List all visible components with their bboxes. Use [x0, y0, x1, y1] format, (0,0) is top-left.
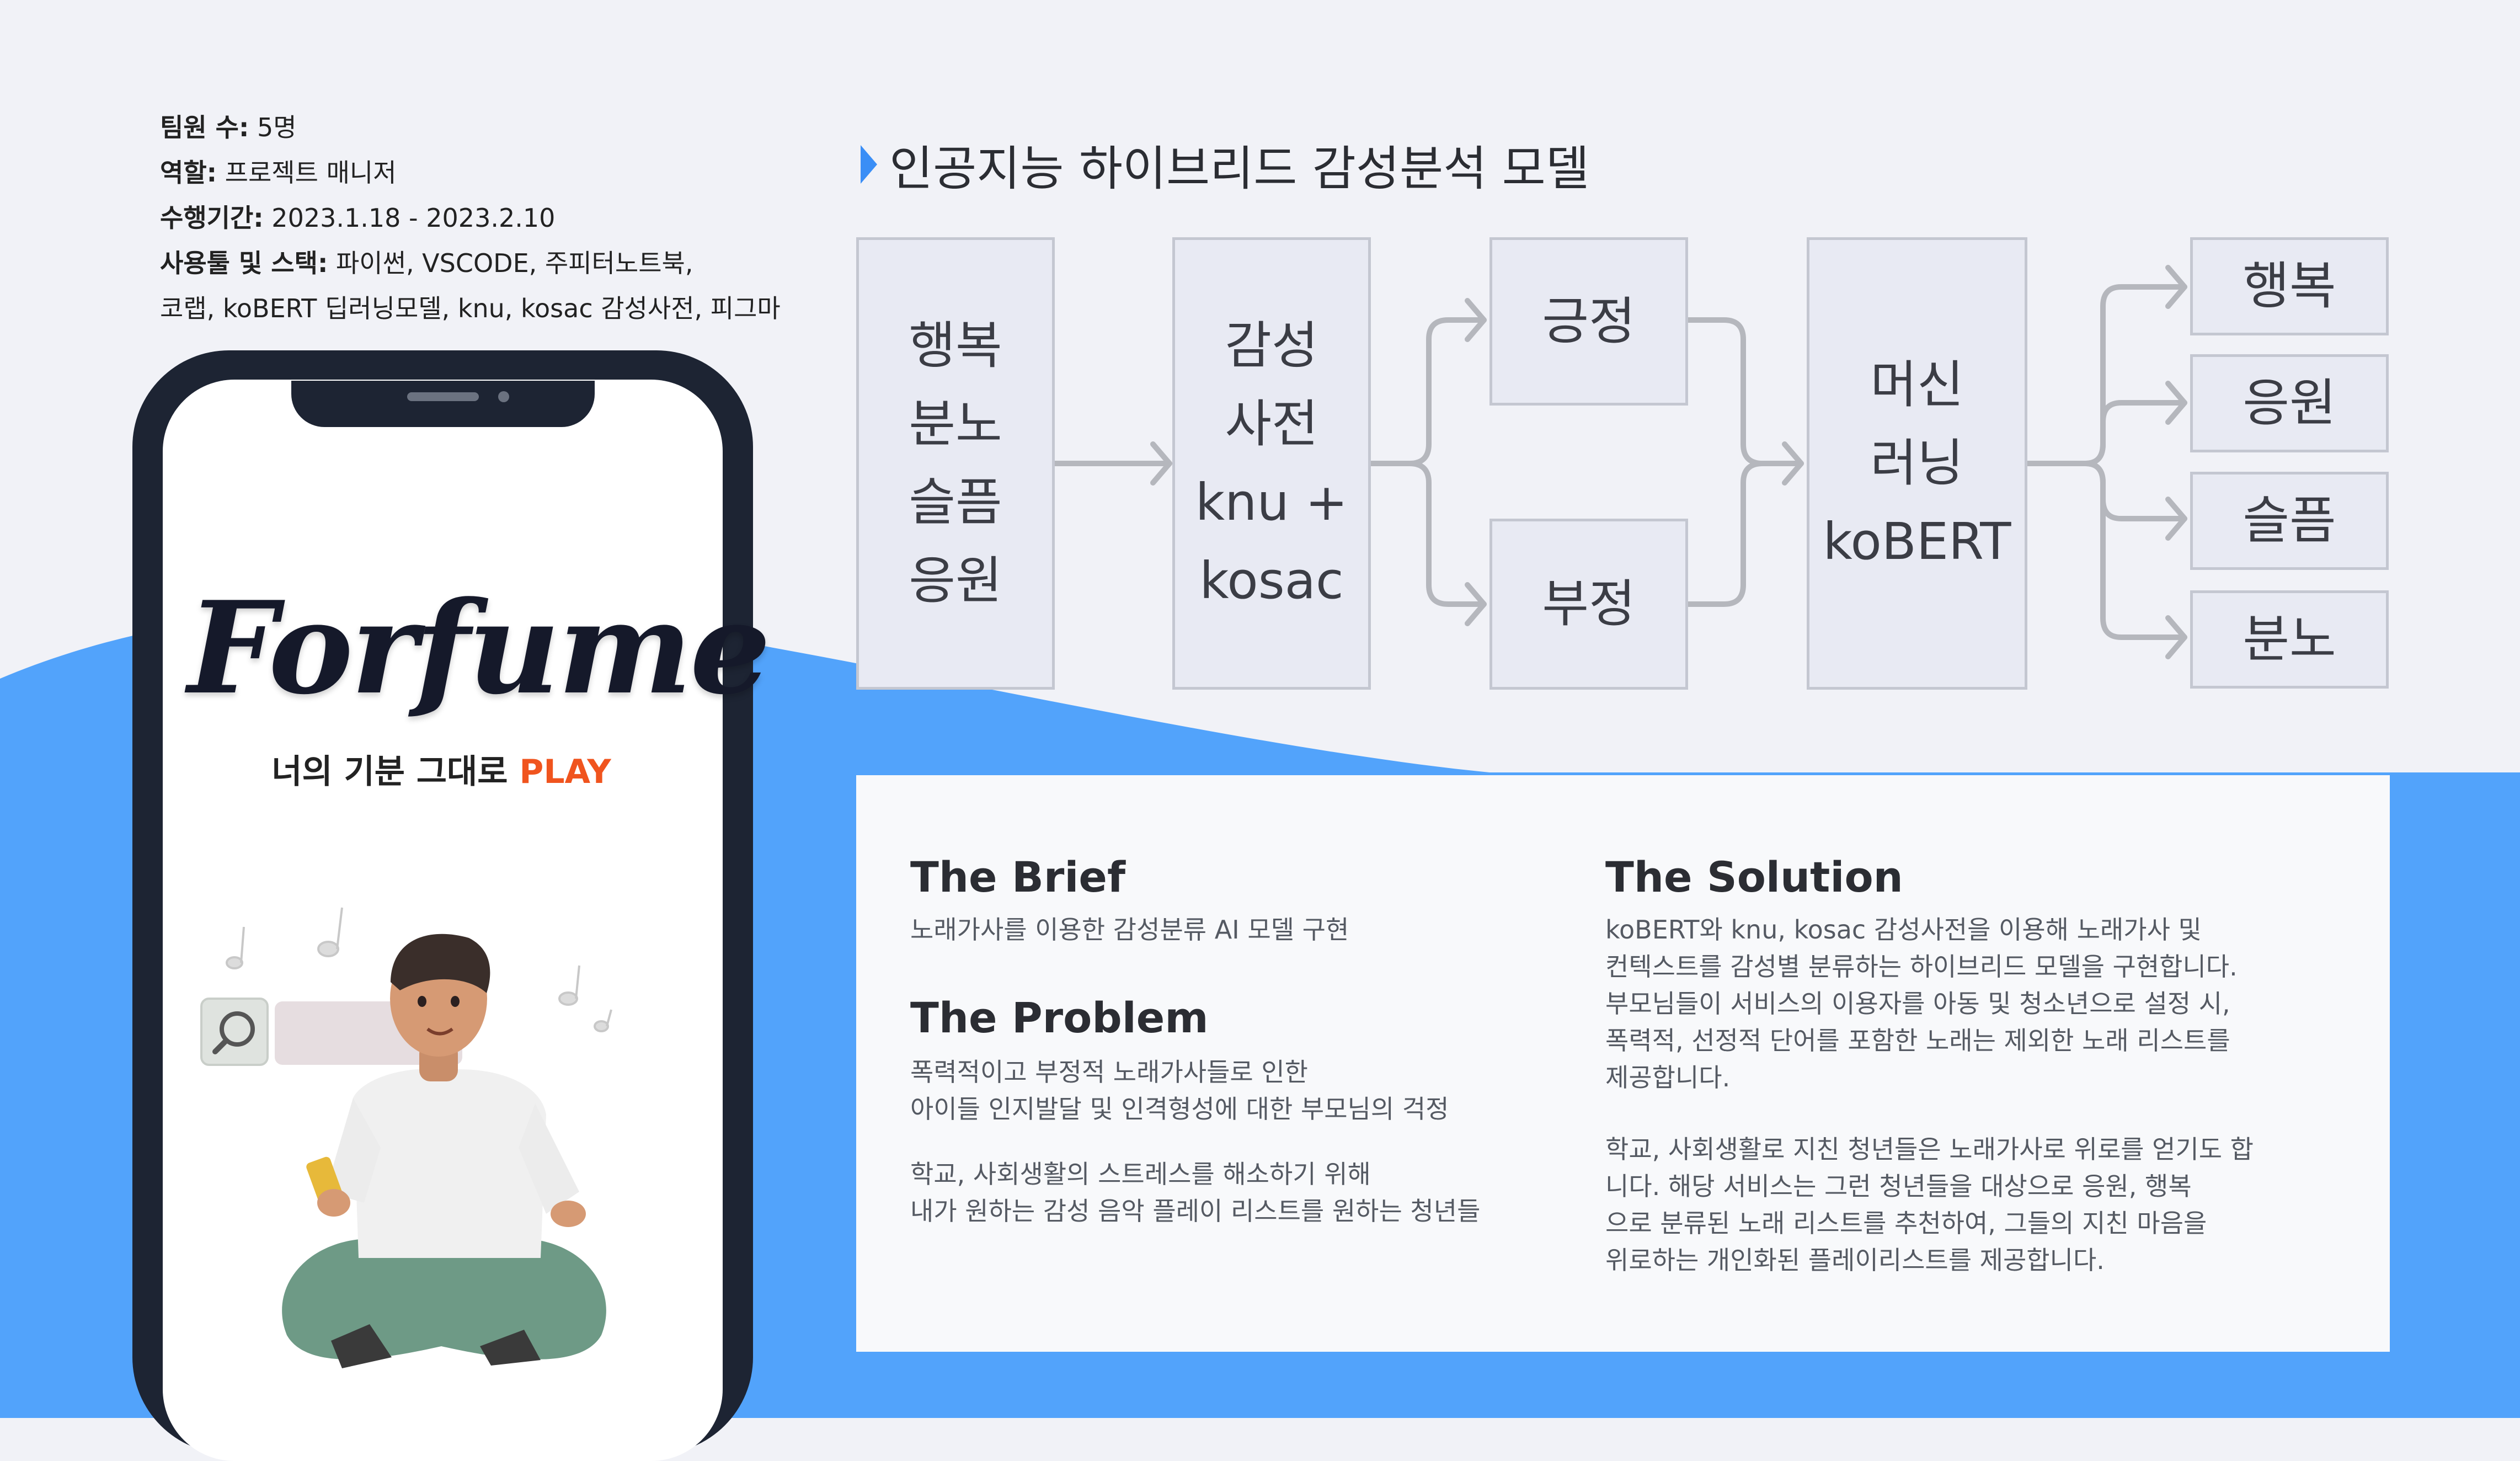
speaker-grille	[407, 392, 479, 401]
brief-text: 노래가사를 이용한 감성분류 AI 모델 구현	[910, 915, 1349, 945]
person-figure	[282, 934, 606, 1368]
search-icon	[200, 998, 269, 1066]
emotion-input-box: 행복 분노 슬픔 응원	[856, 237, 1055, 690]
problem-text-2: 학교, 사회생활의 스트레스를 해소하기 위해 내가 원하는 감성 음악 플레이…	[910, 1159, 1481, 1226]
app-tagline: 너의 기분 그대로 PLAY	[271, 753, 611, 791]
problem-heading: The Problem	[910, 993, 1209, 1042]
solution-heading: The Solution	[1605, 852, 1903, 902]
tools-row-continued: 코랩, koBERT 딥러닝모델, knu, kosac 감성사전, 피그마	[160, 294, 781, 323]
output-box-happy: 행복	[2190, 237, 2389, 335]
sentiment-dictionary-box: 감성 사전 knu + kosac	[1172, 237, 1371, 690]
period-row: 수행기간: 2023.1.18 - 2023.2.10	[160, 203, 556, 233]
positive-box: 긍정	[1489, 237, 1688, 406]
app-logo: Forfume	[188, 574, 771, 723]
machine-learning-box: 머신 러닝 koBERT	[1807, 237, 2027, 690]
front-camera	[498, 391, 509, 402]
output-box-sad: 슬픔	[2190, 472, 2389, 570]
output-box-angry: 분노	[2190, 590, 2389, 689]
title-marker-icon	[861, 145, 877, 184]
problem-text-1: 폭력적이고 부정적 노래가사들로 인한 아이들 인지발달 및 인격형성에 대한 …	[910, 1057, 1449, 1124]
brief-heading: The Brief	[910, 852, 1126, 902]
solution-text-1: koBERT와 knu, kosac 감성사전을 이용해 노래가사 및 컨텍스트…	[1605, 915, 2238, 1092]
tools-row: 사용툴 및 스택: 파이썬, VSCODE, 주피터노트북,	[160, 248, 693, 278]
phone-notch	[291, 381, 595, 427]
role-row: 역할: 프로젝트 매니저	[160, 158, 397, 188]
solution-text-2: 학교, 사회생활로 지친 청년들은 노래가사로 위로를 얻기도 합 니다. 해당…	[1605, 1134, 2254, 1275]
negative-box: 부정	[1489, 519, 1688, 690]
output-box-cheer: 응원	[2190, 354, 2389, 452]
person-with-phone-illustration	[200, 907, 612, 1368]
team-size-row: 팀원 수: 5명	[160, 113, 297, 142]
model-title: 인공지능 하이브리드 감성분석 모델	[861, 130, 1589, 199]
project-info: 팀원 수: 5명 역할: 프로젝트 매니저 수행기간: 2023.1.18 - …	[160, 105, 822, 331]
